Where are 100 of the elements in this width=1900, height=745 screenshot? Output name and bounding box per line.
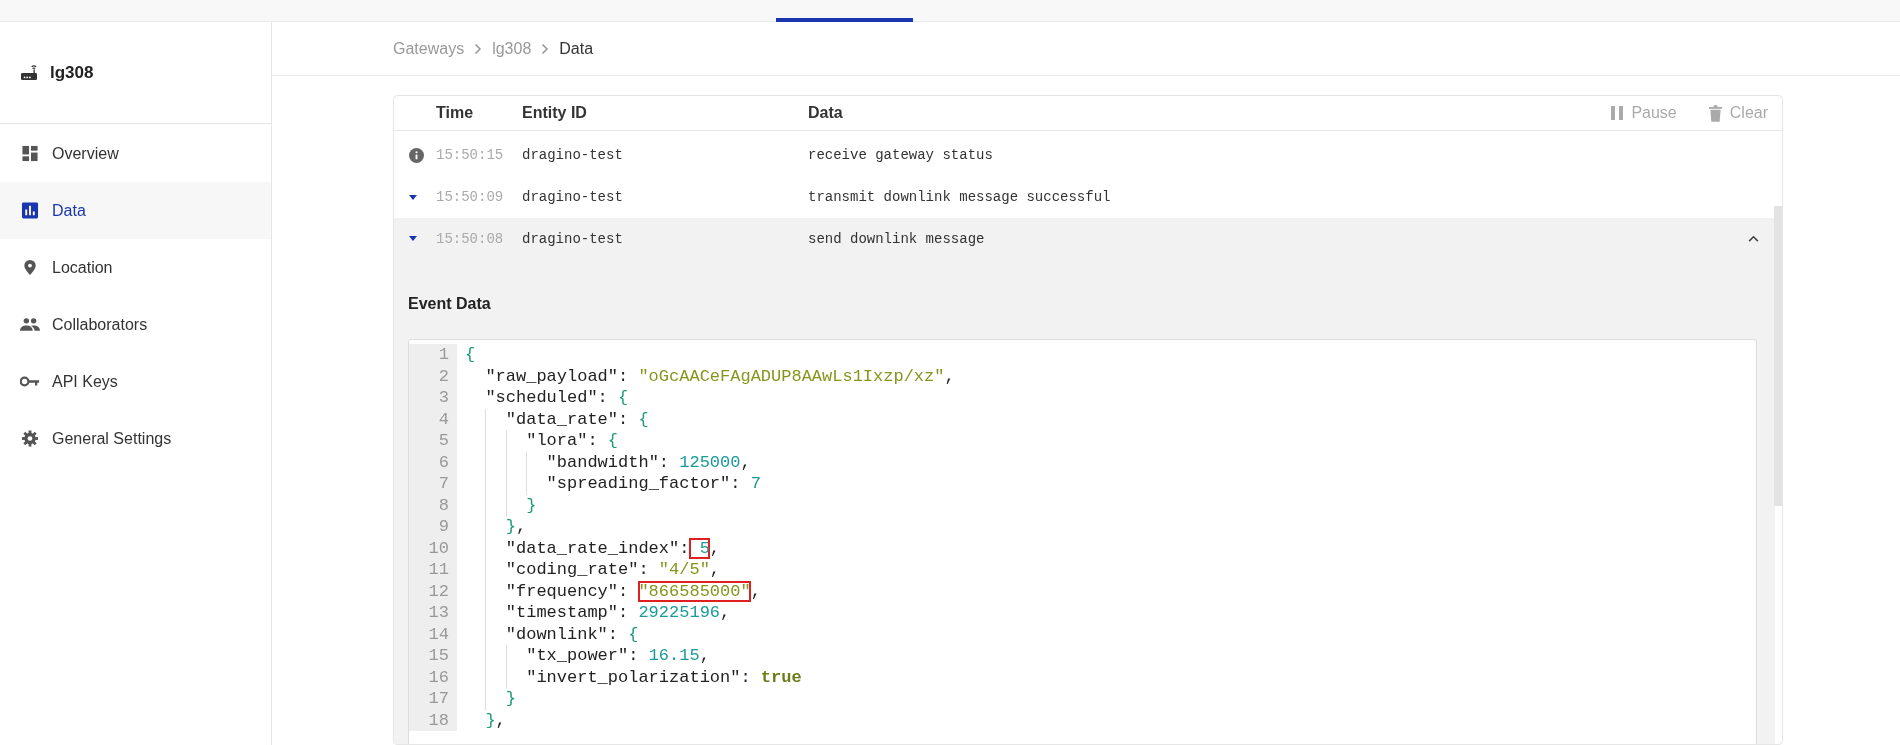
json-brace: { — [618, 388, 629, 408]
json-punctuation: : — [730, 474, 742, 494]
json-punctuation: , — [516, 517, 527, 537]
json-punctuation: : — [607, 624, 620, 644]
json-brace: } — [485, 710, 496, 730]
caret-down-icon — [409, 236, 417, 241]
scrollbar-thumb[interactable] — [1774, 206, 1782, 506]
line-number: 8 — [409, 494, 457, 516]
json-number: 7 — [750, 474, 761, 494]
event-message: send downlink message — [808, 230, 985, 247]
sidebar-item[interactable]: Data — [0, 182, 271, 239]
gateway-name: lg308 — [50, 62, 94, 83]
json-string: "4/5" — [658, 560, 710, 580]
json-string: "866585000" — [638, 580, 751, 602]
line-number: 1 — [409, 344, 457, 366]
json-key: "bandwidth" — [546, 452, 659, 472]
line-number: 7 — [409, 473, 457, 495]
line-number: 13 — [409, 602, 457, 624]
line-number: 14 — [409, 623, 457, 645]
json-punctuation: : — [740, 667, 752, 687]
json-brace: } — [526, 495, 537, 515]
event-message: transmit downlink message successful — [808, 189, 1111, 205]
line-number: 18 — [409, 709, 457, 731]
column-header: Entity ID — [522, 104, 588, 122]
json-punctuation: : — [618, 366, 630, 386]
line-number: 11 — [409, 559, 457, 581]
json-key: "data_rate" — [505, 409, 618, 429]
chevron-up-icon — [1748, 235, 1759, 242]
chevron-right-icon — [474, 42, 483, 55]
column-header: Time — [436, 104, 475, 122]
json-brace: } — [505, 689, 516, 709]
dashboard-icon — [20, 145, 40, 162]
trash-icon — [1708, 104, 1722, 122]
json-punctuation: : — [618, 409, 630, 429]
line-number: 15 — [409, 645, 457, 667]
json-number: 125000 — [679, 452, 741, 472]
section-title: Event Data — [408, 295, 492, 313]
event-row[interactable]: 15:50:08 dragino-test send downlink message — [394, 218, 1775, 259]
line-number: 12 — [409, 580, 457, 602]
event-time: 15:50:15 — [436, 147, 505, 163]
json-boolean: true — [760, 667, 802, 687]
json-key: "lora" — [526, 431, 588, 451]
line-number: 17 — [409, 688, 457, 710]
json-brace: { — [465, 345, 476, 365]
json-brace: { — [628, 624, 639, 644]
json-punctuation: , — [709, 538, 721, 558]
sidebar-item[interactable]: API Keys — [0, 353, 271, 410]
bar-chart-icon — [20, 202, 40, 219]
key-icon — [20, 376, 40, 387]
json-key: "tx_power" — [526, 646, 629, 666]
json-key: "timestamp" — [505, 603, 618, 623]
line-number: 4 — [409, 408, 457, 430]
info-icon — [409, 147, 424, 163]
entity-id: dragino-test — [522, 230, 624, 247]
json-key: "downlink" — [505, 624, 608, 644]
line-number: 6 — [409, 451, 457, 473]
event-time: 15:50:09 — [436, 189, 505, 205]
entity-id: dragino-test — [522, 147, 624, 163]
caret-down-icon — [409, 194, 417, 200]
line-number: 2 — [409, 365, 457, 387]
chevron-right-icon — [541, 42, 550, 55]
json-key: "data_rate_index" — [505, 538, 680, 558]
json-punctuation: : — [587, 431, 599, 451]
line-number: 9 — [409, 516, 457, 538]
json-key: "frequency" — [505, 581, 618, 601]
sidebar-item[interactable]: Overview — [0, 125, 271, 182]
column-header: Data — [808, 104, 844, 122]
json-punctuation: : — [658, 452, 671, 472]
sidebar-item[interactable]: Location — [0, 239, 271, 296]
json-punctuation: , — [495, 710, 506, 730]
event-time: 15:50:08 — [436, 230, 505, 247]
json-number: 16.15 — [648, 646, 700, 666]
event-row[interactable]: 15:50:15 dragino-test receive gateway status — [394, 134, 1775, 176]
entity-id: dragino-test — [522, 189, 624, 205]
sidebar-item[interactable]: Collaborators — [0, 296, 271, 353]
json-punctuation: : — [597, 388, 609, 408]
json-key: "coding_rate" — [505, 560, 639, 580]
json-punctuation: , — [944, 366, 955, 386]
event-row[interactable]: 15:50:09 dragino-test transmit downlink message successful — [394, 176, 1775, 218]
line-number: 5 — [409, 430, 457, 452]
json-string: "oGcAACeFAgADUP8AAwLs1Ixzp/xz" — [638, 366, 945, 386]
settings-icon — [20, 430, 40, 447]
json-punctuation: , — [750, 581, 761, 601]
json-key: "scheduled" — [485, 388, 598, 408]
line-number: 16 — [409, 666, 457, 688]
json-key: "invert_polarization" — [526, 667, 741, 687]
breadcrumb-item: Data — [559, 39, 594, 58]
json-punctuation: : — [628, 646, 640, 666]
line-number: 3 — [409, 387, 457, 409]
json-brace: } — [505, 517, 516, 537]
json-punctuation: : — [679, 538, 690, 558]
sidebar-item[interactable]: General Settings — [0, 410, 271, 467]
event-message: receive gateway status — [808, 147, 993, 163]
json-punctuation: , — [720, 603, 731, 623]
json-punctuation: , — [709, 560, 721, 580]
json-punctuation: , — [740, 452, 751, 472]
router-icon — [20, 64, 38, 81]
json-punctuation: : — [618, 581, 630, 601]
json-punctuation: : — [618, 603, 630, 623]
pause-icon — [1611, 106, 1624, 120]
